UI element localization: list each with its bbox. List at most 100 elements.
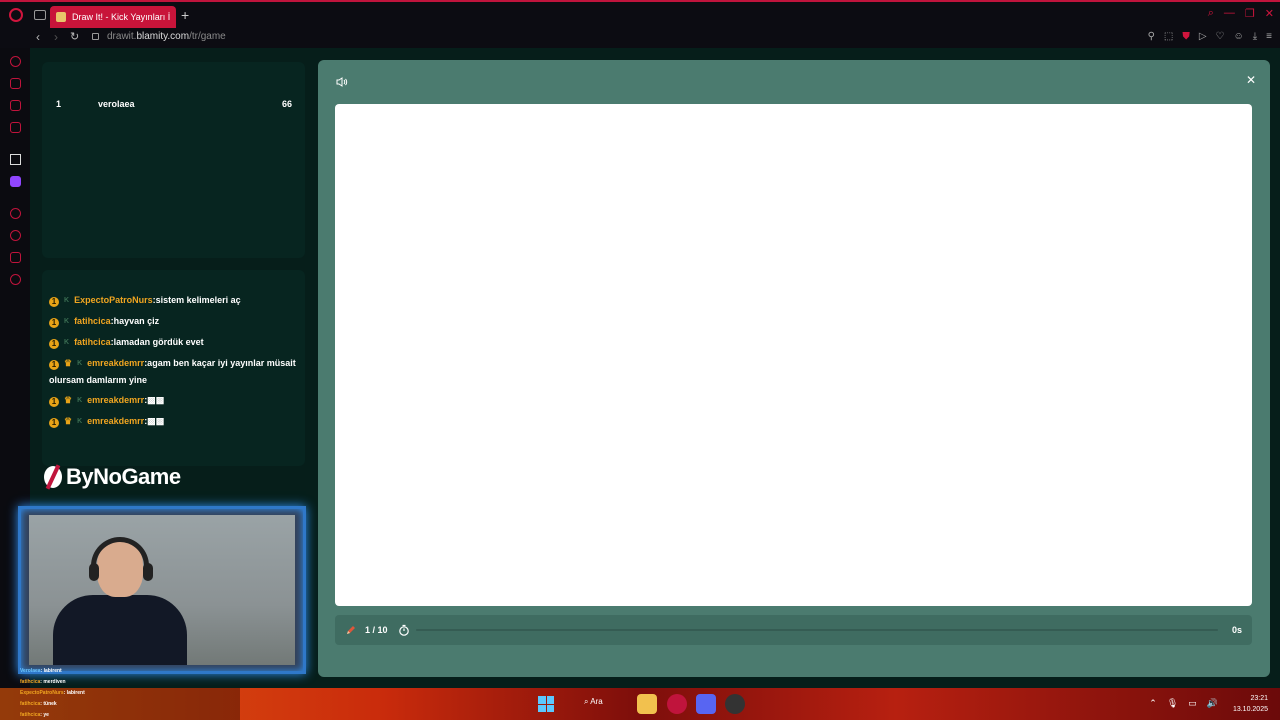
minimize-button[interactable]: — [1224,7,1235,20]
seconds-remaining: 0s [1231,625,1242,635]
maximize-button[interactable]: ❐ [1245,7,1255,20]
drawing-canvas[interactable] [335,104,1252,606]
stream-chat-user: fatihcica [20,679,41,685]
heart-icon[interactable]: ♡ [1216,31,1225,42]
chat-message: 1 ♛ Kemreakdemrr:▩▩ [49,392,298,409]
close-icon[interactable]: ✕ [1244,73,1258,87]
stream-chat-text: : labirent [40,668,62,674]
time-progress-bar [415,629,1218,631]
subscriber-badge-icon: 1 [49,397,59,407]
crown-badge-icon: ♛ [64,358,73,368]
search-tabs-icon[interactable]: ⌕ [1208,7,1214,20]
chat-text: :lamadan gördük evet [110,337,204,347]
url-field[interactable]: drawit.blamity.com/tr/game [92,31,226,42]
tray-chevron-icon[interactable]: ⌃ [1149,698,1157,709]
forward-button[interactable]: › [54,30,58,44]
sidebar-news-icon[interactable] [10,122,21,133]
sidebar-player-icon[interactable] [10,208,21,219]
stream-chat-text: : ye [40,712,49,718]
stream-chat-line: fatihcica: ye [20,710,240,720]
windows-logo-icon [538,696,546,704]
workspaces-icon[interactable] [34,10,46,20]
chat-text: :▩▩ [144,416,165,426]
streamer-body [53,595,187,665]
opera-logo-icon[interactable] [9,8,23,22]
stream-chat-line: fatihcica: merdiven [20,677,240,688]
start-button[interactable] [538,696,554,712]
back-button[interactable]: ‹ [36,30,40,44]
pencil-icon [347,626,355,634]
sound-icon[interactable] [336,76,348,88]
chat-username[interactable]: fatihcica [74,337,111,347]
kick-badge-icon: K [64,318,70,325]
taskbar-clock[interactable]: 23:21 13.10.2025 [1233,693,1268,715]
leaderboard-player-name: verolaea [98,99,135,109]
chat-username[interactable]: emreakdemrr [87,416,144,426]
menu-icon[interactable]: ≡ [1266,31,1272,42]
chat-message: 1 Kfatihcica:hayvan çiz [49,313,298,330]
sidebar-aria-icon[interactable] [10,56,21,67]
browser-tab-active[interactable]: Draw It! - Kick Yayınları İç [50,6,176,28]
kick-badge-icon: K [64,297,70,304]
chat-username[interactable]: emreakdemrr [87,395,144,405]
stream-chat-line: Verolaea: labirent [20,666,240,677]
download-icon[interactable]: ⤓ [1253,31,1257,42]
chat-panel: 1 K ExpectoPatroNurs:sistem kelimeleri aç … [42,270,305,466]
bynogame-logo-icon [44,466,62,488]
chat-message: 1 K ExpectoPatroNurs:sistem kelimeleri aç [49,292,298,309]
url-host: blamity.com [136,31,190,42]
chat-username[interactable]: fatihcica [74,316,111,326]
chat-username[interactable]: emreakdemrr [87,358,144,368]
browser-tab-bar: Draw It! - Kick Yayınları İç + ⌕ — ❐ ✕ [0,0,1280,28]
sidebar-history-icon[interactable] [10,230,21,241]
player-icon[interactable]: ▷ [1199,31,1207,42]
game-page: 1 verolaea 66 1 K ExpectoPatroNurs:sistem … [18,48,1280,688]
profile-icon[interactable]: ☺ [1234,31,1244,42]
crown-badge-icon: ♛ [64,395,73,405]
tab-favicon-icon [56,12,66,22]
sidebar-extensions-icon[interactable] [10,252,21,263]
crown-badge-icon: ♛ [64,416,73,426]
subscriber-badge-icon: 1 [49,339,59,349]
kick-badge-icon: K [77,418,83,425]
chat-text: :hayvan çiz [110,316,160,326]
stream-chat-overlay: Verolaea: labirent fatihcica: merdiven E… [0,668,240,720]
webcam-overlay [18,506,306,674]
taskbar-search[interactable]: ⌕ Ara [584,697,603,707]
leaderboard-panel: 1 verolaea 66 [42,62,305,258]
opera-taskbar-icon[interactable] [667,694,687,714]
sidebar-bag-icon[interactable] [10,78,21,89]
timer-icon [398,624,409,636]
new-tab-button[interactable]: + [181,8,189,22]
vpn-shield-icon[interactable]: ⛊ [1182,31,1190,42]
sidebar-settings-icon[interactable] [10,274,21,285]
chat-text: :sistem kelimeleri aç [152,295,241,305]
close-window-button[interactable]: ✕ [1265,7,1274,20]
sidebar-app-icon[interactable] [10,154,21,165]
microphone-icon[interactable]: 🎙 [1167,698,1178,709]
leaderboard-row: 1 verolaea 66 [56,99,292,109]
subscriber-badge-icon: 1 [49,297,59,307]
snapshot-icon[interactable]: ⬚ [1164,31,1173,42]
volume-icon[interactable]: 🔊 [1207,698,1218,709]
lock-icon [92,33,99,40]
network-icon[interactable]: ▭ [1188,698,1197,709]
chat-message: 1 ♛ Kemreakdemrr:▩▩ [49,413,298,430]
sidebar-twitch-icon[interactable] [10,176,21,187]
stream-chat-user: Verolaea [20,668,41,674]
file-explorer-icon[interactable] [637,694,657,714]
clock-date: 13.10.2025 [1232,706,1268,713]
obs-taskbar-icon[interactable] [725,694,745,714]
headphone-cup-left [89,563,99,581]
address-bar: ‹ › ↻ drawit.blamity.com/tr/game ⚲ ⬚ ⛊ ▷… [0,28,1280,48]
tab-title: Draw It! - Kick Yayınları İç [72,12,170,22]
discord-taskbar-icon[interactable] [696,694,716,714]
reload-button[interactable]: ↻ [70,30,79,43]
stream-chat-line: fatihcica: tünek [20,699,240,710]
subscriber-badge-icon: 1 [49,318,59,328]
kick-badge-icon: K [64,339,70,346]
chat-username[interactable]: ExpectoPatroNurs [74,295,153,305]
stream-chat-text: : tünek [40,701,57,707]
sidebar-messenger-icon[interactable] [10,100,21,111]
pin-icon[interactable]: ⚲ [1148,31,1155,42]
